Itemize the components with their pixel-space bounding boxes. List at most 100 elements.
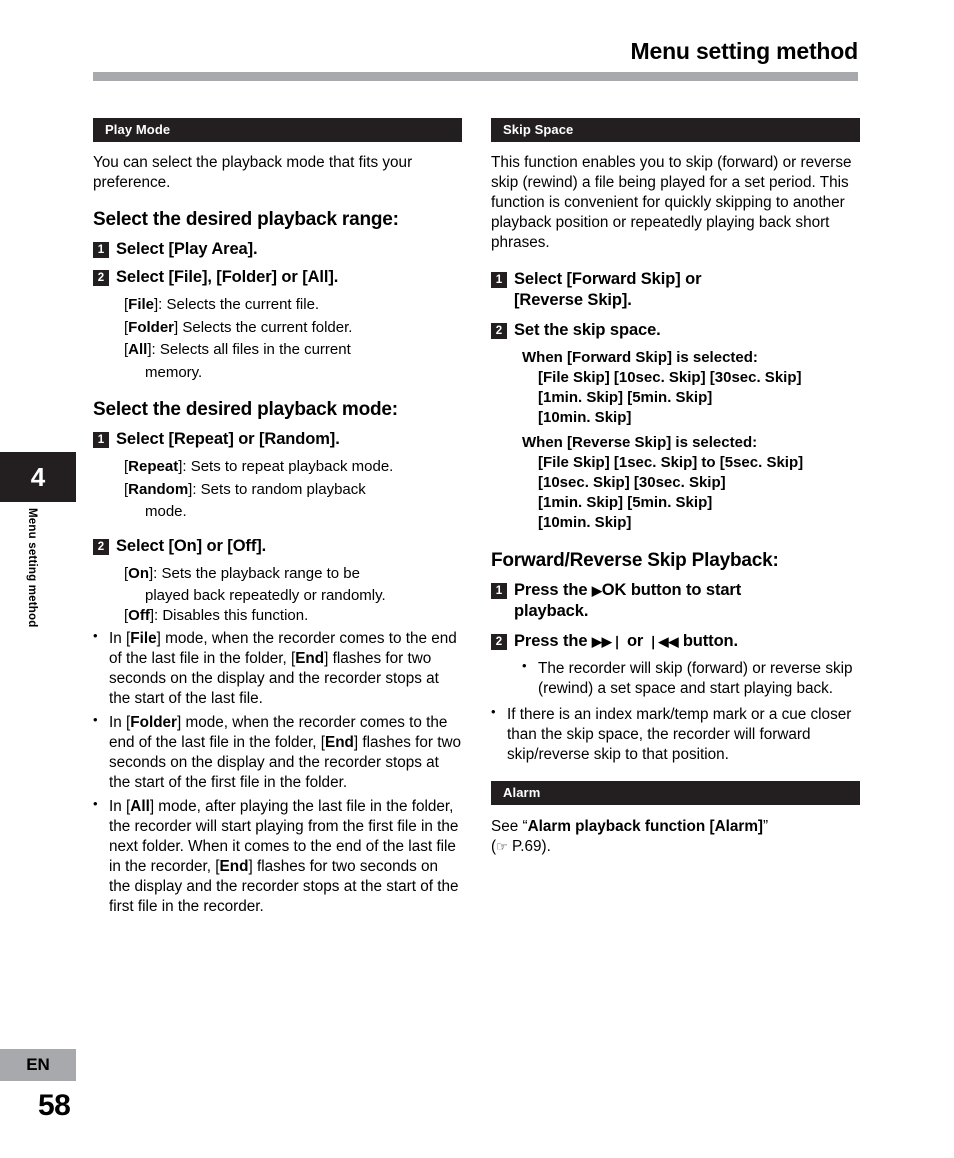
- option-key: On: [128, 564, 150, 582]
- alarm-ref-post: ”: [763, 818, 769, 835]
- step-row: 2 Select [File], [Folder] or [All].: [93, 267, 462, 288]
- step-text: Press the ▶▶❘ or ❘◀◀ button.: [514, 631, 738, 652]
- option-desc: ]: Disables this function.: [149, 606, 309, 624]
- list-item: • If there is an index mark/temp mark or…: [491, 705, 860, 765]
- alarm-ref-pre: See “: [491, 818, 528, 835]
- option-folder: [Folder] Selects the current folder.: [124, 318, 353, 336]
- step-number: 1: [93, 242, 109, 258]
- option-random: [Random]: Sets to random playback: [124, 480, 366, 498]
- step-row: 1 Select [Forward Skip] or [Reverse Skip…: [491, 269, 860, 311]
- step-text: Select [Repeat] or [Random].: [116, 430, 340, 448]
- option-desc: ]: Selects all files in the current: [147, 341, 351, 358]
- forward-skip-values-3: [10min. Skip]: [538, 409, 632, 426]
- reverse-skip-values-3: [1min. Skip] [5min. Skip]: [538, 494, 713, 511]
- option-on-cont: played back repeatedly or randomly.: [145, 587, 386, 604]
- step-text-pre: Select [: [116, 240, 174, 258]
- step-number: 2: [93, 538, 109, 555]
- step-number: 2: [491, 323, 507, 339]
- step-text-line2: playback.: [514, 602, 589, 620]
- chapter-number: 4: [30, 462, 46, 492]
- option-key: Folder: [128, 318, 175, 336]
- option-key: All: [128, 341, 148, 358]
- option-desc: ]: Sets the playback range to be: [149, 564, 360, 582]
- option-on: [On]: Sets the playback range to be: [124, 564, 360, 582]
- list-item-text: The recorder will skip (forward) or reve…: [538, 660, 853, 697]
- step-text-post: button.: [682, 632, 739, 650]
- step-text: Press the ▶OK button to start playback.: [514, 580, 741, 622]
- list-item: • In [All] mode, after playing the last …: [93, 797, 462, 917]
- step-text-key: Play Area: [173, 240, 248, 258]
- list-item: • The recorder will skip (forward) or re…: [522, 659, 860, 699]
- option-key: Off: [128, 606, 150, 624]
- list-item-text: In [All] mode, after playing the last fi…: [109, 798, 459, 915]
- page-number: 58: [38, 1089, 71, 1122]
- step-row: 2 Press the ▶▶❘ or ❘◀◀ button.: [491, 631, 860, 652]
- alarm-ref-title: Alarm playback function [Alarm]: [527, 818, 764, 835]
- step-row: 1 Press the ▶OK button to start playback…: [491, 580, 860, 622]
- heading-skip-playback: Forward/Reverse Skip Playback:: [491, 550, 779, 571]
- step-number: 2: [491, 634, 507, 650]
- step-text-pre: Press the: [514, 632, 588, 650]
- reverse-skip-label: When [Reverse Skip] is selected:: [522, 434, 758, 451]
- option-desc: ] Selects the current folder.: [174, 318, 353, 336]
- reverse-skip-values-2: [10sec. Skip] [30sec. Skip]: [538, 474, 726, 491]
- list-item: • In [File] mode, when the recorder come…: [93, 629, 462, 709]
- chapter-vertical-label: Menu setting method: [26, 508, 38, 628]
- forward-skip-values-2: [1min. Skip] [5min. Skip]: [538, 389, 713, 406]
- option-file: [File]: Selects the current file.: [124, 296, 320, 313]
- step-text-or: or: [626, 632, 644, 650]
- step-text-post: ].: [247, 240, 258, 258]
- bullet-icon: •: [93, 796, 98, 811]
- alarm-reference: See “Alarm playback function [Alarm]” (☞…: [491, 818, 769, 855]
- bullet-icon: •: [491, 704, 496, 719]
- option-desc: ]: Sets to random playback: [188, 480, 366, 498]
- bullet-icon: •: [522, 658, 527, 673]
- reverse-skip-values-4: [10min. Skip]: [538, 514, 632, 531]
- step-text: Select [Forward Skip] or [Reverse Skip].: [514, 269, 702, 311]
- option-all: [All]: Selects all files in the current: [124, 341, 351, 358]
- page-title: Menu setting method: [630, 38, 859, 64]
- step-text-post: OK button to start: [601, 581, 742, 599]
- option-desc: ]: Selects the current file.: [154, 296, 320, 313]
- skip-forward-icon: ▶▶❘: [591, 634, 623, 649]
- option-key: Random: [128, 480, 189, 498]
- skip-space-intro: This function enables you to skip (forwa…: [491, 154, 852, 251]
- play-icon: ▶: [591, 583, 602, 598]
- option-key: Repeat: [128, 458, 179, 475]
- list-item-text: In [File] mode, when the recorder comes …: [109, 630, 457, 707]
- forward-skip-label: When [Forward Skip] is selected:: [522, 349, 758, 366]
- step-text-line2: [Reverse Skip].: [514, 291, 632, 309]
- step-text: Select [File], [Folder] or [All].: [116, 268, 339, 286]
- bullet-icon: •: [93, 712, 98, 727]
- step-text: Set the skip space.: [514, 321, 661, 339]
- list-item-text: In [Folder] mode, when the recorder come…: [109, 714, 462, 791]
- skip-back-icon: ❘◀◀: [647, 634, 679, 649]
- bullet-icon: •: [93, 628, 98, 643]
- language-badge: EN: [0, 1049, 76, 1081]
- step-row: 2 Set the skip space.: [491, 320, 860, 341]
- heading-playback-range: Select the desired playback range:: [93, 209, 399, 230]
- step-row: 1 Select [Play Area].: [93, 239, 462, 260]
- step-number: 2: [93, 270, 109, 286]
- play-mode-intro: You can select the playback mode that fi…: [93, 154, 413, 191]
- reverse-skip-values-1: [File Skip] [1sec. Skip] to [5sec. Skip]: [538, 454, 804, 471]
- step-row: 2 Select [On] or [Off].: [93, 536, 462, 557]
- step-text: Select [On] or [Off].: [116, 536, 267, 555]
- option-all-cont: memory.: [145, 363, 203, 381]
- list-item-text: If there is an index mark/temp mark or a…: [507, 706, 852, 763]
- step-number: 1: [93, 432, 109, 448]
- step-text-pre: Press the: [514, 581, 588, 599]
- header-rule: [93, 72, 858, 81]
- step-number: 1: [491, 583, 507, 599]
- page: Menu setting method 4 Menu setting metho…: [0, 0, 954, 1158]
- heading-playback-mode: Select the desired playback mode:: [93, 399, 398, 420]
- list-item: • In [Folder] mode, when the recorder co…: [93, 713, 462, 793]
- step-text-line1: Select [Forward Skip] or: [514, 270, 702, 288]
- pointing-hand-icon: ☞: [496, 839, 508, 854]
- forward-skip-values-1: [File Skip] [10sec. Skip] [30sec. Skip]: [538, 369, 802, 386]
- section-header-play-mode: Play Mode: [93, 118, 462, 142]
- alarm-ref-page: P.69).: [507, 838, 551, 855]
- option-random-cont: mode.: [145, 503, 187, 520]
- step-text: Select [Play Area].: [116, 239, 258, 260]
- section-header-skip-space: Skip Space: [491, 118, 860, 142]
